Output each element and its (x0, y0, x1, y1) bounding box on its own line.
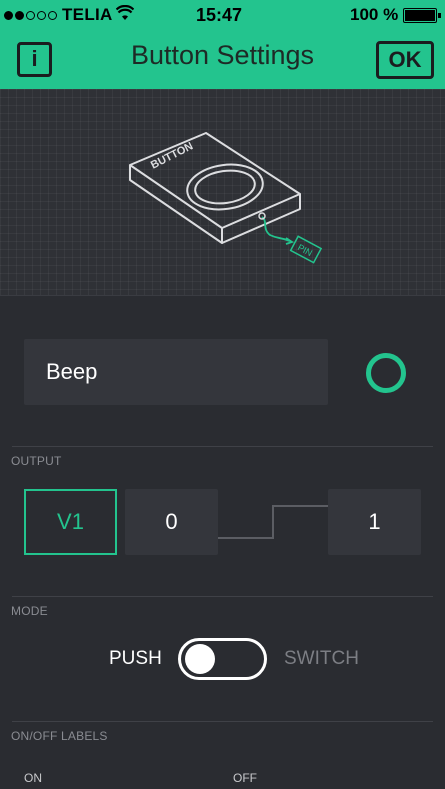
button-device-illustration: BUTTON PIN (129, 132, 323, 264)
button-settings-screen: TELIA 15:47 100 % i Button Settings OK B… (0, 0, 445, 789)
signal-strength-icon (4, 11, 57, 20)
device-label: BUTTON (149, 140, 195, 171)
pin-label: PIN (296, 242, 314, 258)
color-picker-button[interactable] (366, 353, 406, 393)
divider (12, 721, 433, 722)
header-bar: TELIA 15:47 100 % i Button Settings OK (0, 0, 445, 89)
output-high-value-input[interactable]: 1 (328, 489, 421, 555)
output-pin-selector[interactable]: V1 (24, 489, 117, 555)
mode-switch-label[interactable]: SWITCH (284, 648, 359, 670)
output-low-value-input[interactable]: 0 (125, 489, 218, 555)
output-range-line (218, 505, 328, 539)
carrier-name: TELIA (62, 5, 113, 24)
wifi-icon (116, 5, 134, 20)
off-label-caption: OFF (233, 771, 257, 785)
mode-section-label: MODE (11, 604, 48, 618)
onoff-section-label: ON/OFF LABELS (11, 729, 108, 743)
toggle-knob (185, 644, 215, 674)
battery-percentage: 100 % (350, 5, 399, 24)
divider (12, 596, 433, 597)
mode-toggle[interactable] (178, 638, 267, 680)
ok-button[interactable]: OK (376, 41, 434, 79)
mode-push-label[interactable]: PUSH (109, 648, 162, 670)
on-label-caption: ON (24, 771, 42, 785)
widget-name-input[interactable]: Beep (24, 339, 328, 405)
widget-illustration: BUTTON PIN (0, 89, 445, 296)
status-time: 15:47 (196, 5, 243, 25)
divider (12, 446, 433, 447)
status-bar: TELIA 15:47 100 % (0, 0, 445, 30)
battery-icon (403, 8, 441, 23)
output-section-label: OUTPUT (11, 454, 62, 468)
